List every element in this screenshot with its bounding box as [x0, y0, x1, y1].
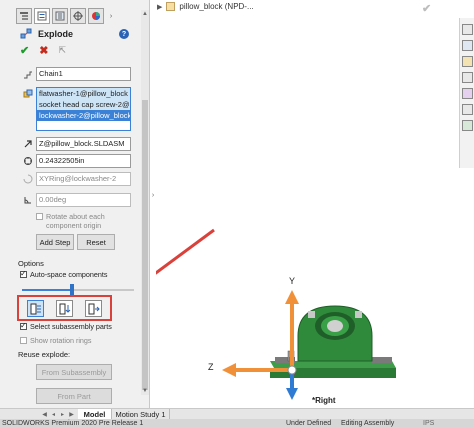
- view-orientation-label: *Right: [312, 396, 336, 405]
- show-rotation-rings-checkbox[interactable]: [20, 337, 27, 344]
- axis-z-label: Z: [208, 362, 214, 372]
- spacing-right-icon: [88, 303, 100, 314]
- panel-scrollbar[interactable]: ▲ ▼: [141, 10, 149, 395]
- explode-tool-button-1[interactable]: [27, 300, 44, 317]
- select-subassembly-checkbox[interactable]: [20, 321, 27, 330]
- view-palette-icon[interactable]: [462, 72, 473, 83]
- task-pane-tabs: [459, 18, 474, 168]
- feature-tree-icon: [20, 12, 28, 20]
- solidworks-resources-icon[interactable]: [462, 24, 473, 35]
- pushpin-icon[interactable]: ⇱: [58, 45, 66, 56]
- add-step-button[interactable]: Add Step: [36, 234, 74, 250]
- expand-arrow-icon[interactable]: ▶: [157, 3, 162, 11]
- bottom-tab-bar: ◀ ◂ ▸ ▶ Model Motion Study 1: [0, 408, 474, 420]
- list-item[interactable]: lockwasher-2@pillow_block: [37, 110, 130, 121]
- help-icon[interactable]: ?: [119, 29, 129, 39]
- file-explorer-icon[interactable]: [462, 56, 473, 67]
- tab-display-manager[interactable]: [88, 8, 104, 24]
- rotate-about-origin-label: Rotate about each component origin: [46, 212, 105, 230]
- scroll-up-arrow-icon[interactable]: ▲: [141, 10, 149, 18]
- move-triad: [222, 290, 299, 400]
- property-manager-header: Explode: [20, 28, 73, 40]
- assembly-icon: [166, 2, 176, 11]
- tab-property-manager[interactable]: [34, 8, 50, 24]
- rotation-angle-field[interactable]: 0.00deg: [36, 193, 131, 207]
- crosshair-icon: [73, 11, 83, 21]
- rotation-angle-icon: [22, 194, 34, 206]
- auto-space-label: Auto-space components: [30, 270, 108, 279]
- explode-chain-icon: [22, 68, 34, 80]
- annotation-arrow: [118, 228, 215, 301]
- property-manager-actions: ✔ ✖ ⇱: [20, 44, 66, 57]
- status-definition: Under Defined: [286, 420, 332, 427]
- auto-space-slider-thumb[interactable]: [70, 284, 75, 295]
- scroll-down-arrow-icon[interactable]: ▼: [141, 387, 149, 395]
- explode-tool-button-2[interactable]: [56, 300, 73, 317]
- status-app-name: SOLIDWORKS Premium 2020 Pre Release 1: [2, 420, 144, 427]
- explode-distance-icon: [22, 155, 34, 167]
- direction-arrow-icon: [22, 138, 34, 150]
- reuse-explode-label: Reuse explode:: [18, 350, 71, 359]
- list-item[interactable]: flatwasher-1@pillow_block: [37, 88, 130, 99]
- solidworks-window: › Explode ? ✔ ✖ ⇱ Chain1 flatwasher-1@pi…: [0, 0, 474, 428]
- rotate-about-origin-row[interactable]: Rotate about each component origin: [36, 212, 136, 230]
- auto-space-checkbox[interactable]: [20, 269, 27, 278]
- sort-components-icon: [30, 303, 41, 314]
- auto-space-slider-track[interactable]: [22, 289, 134, 291]
- custom-properties-icon[interactable]: [462, 104, 473, 115]
- property-manager-panel: › Explode ? ✔ ✖ ⇱ Chain1 flatwasher-1@pi…: [0, 0, 150, 408]
- flyout-feature-tree[interactable]: ▶ pillow_block (NPD-...: [157, 2, 254, 11]
- confirmation-corner-check-icon[interactable]: ✔: [422, 2, 431, 15]
- configuration-icon: [55, 11, 65, 21]
- axis-y-label: Y: [289, 276, 295, 286]
- scroll-thumb[interactable]: [142, 100, 148, 390]
- options-section-label: Options: [18, 259, 44, 268]
- components-list[interactable]: flatwasher-1@pillow_block socket head ca…: [36, 87, 131, 131]
- ok-check-icon[interactable]: ✔: [20, 44, 29, 57]
- explode-direction-field[interactable]: Z@pillow_block.SLDASM: [36, 137, 131, 151]
- explode-tool-button-3[interactable]: [85, 300, 102, 317]
- appearances-icon[interactable]: [462, 88, 473, 99]
- auto-space-row[interactable]: Auto-space components: [20, 269, 108, 279]
- reset-button[interactable]: Reset: [77, 234, 115, 250]
- explode-icon: [20, 28, 32, 39]
- manager-tabs: ›: [16, 8, 116, 24]
- cancel-x-icon[interactable]: ✖: [39, 44, 48, 57]
- status-bar: SOLIDWORKS Premium 2020 Pre Release 1 Un…: [0, 419, 474, 428]
- show-rotation-rings-label: Show rotation rings: [30, 336, 92, 345]
- tab-configuration-manager[interactable]: [52, 8, 68, 24]
- show-rotation-rings-row[interactable]: Show rotation rings: [20, 336, 92, 345]
- auto-space-slider-fill: [22, 289, 73, 291]
- forum-icon[interactable]: [462, 120, 473, 131]
- from-subassembly-button[interactable]: From Subassembly: [36, 364, 112, 380]
- select-subassembly-label: Select subassembly parts: [30, 322, 112, 331]
- tab-feature-manager[interactable]: [16, 8, 32, 24]
- select-subassembly-row[interactable]: Select subassembly parts: [20, 321, 112, 331]
- components-icon: [22, 88, 34, 100]
- from-part-button[interactable]: From Part: [36, 388, 112, 404]
- list-item[interactable]: socket head cap screw-2@pillow: [37, 99, 130, 110]
- rotation-axis-field[interactable]: XYRing@lockwasher-2: [36, 172, 131, 186]
- property-manager-icon: [37, 11, 47, 21]
- model-canvas: Y Z: [118, 228, 396, 400]
- graphics-viewport[interactable]: Y Z: [118, 18, 458, 408]
- rotation-axis-icon: [22, 173, 34, 185]
- tab-dimxpert-manager[interactable]: [70, 8, 86, 24]
- spacing-down-icon: [59, 303, 70, 314]
- page-title: Explode: [38, 29, 74, 39]
- assembly-name: pillow_block (NPD-...: [179, 2, 254, 11]
- design-library-icon[interactable]: [462, 40, 473, 51]
- rotate-about-origin-checkbox[interactable]: [36, 213, 43, 220]
- display-pie-icon: [92, 12, 100, 20]
- tabs-overflow-chevron-icon[interactable]: ›: [106, 8, 116, 24]
- status-mode: Editing Assembly: [341, 420, 395, 427]
- status-units[interactable]: IPS: [423, 419, 434, 428]
- explode-step-name-field[interactable]: Chain1: [36, 67, 131, 81]
- explode-distance-field[interactable]: 0.24322505in: [36, 154, 131, 168]
